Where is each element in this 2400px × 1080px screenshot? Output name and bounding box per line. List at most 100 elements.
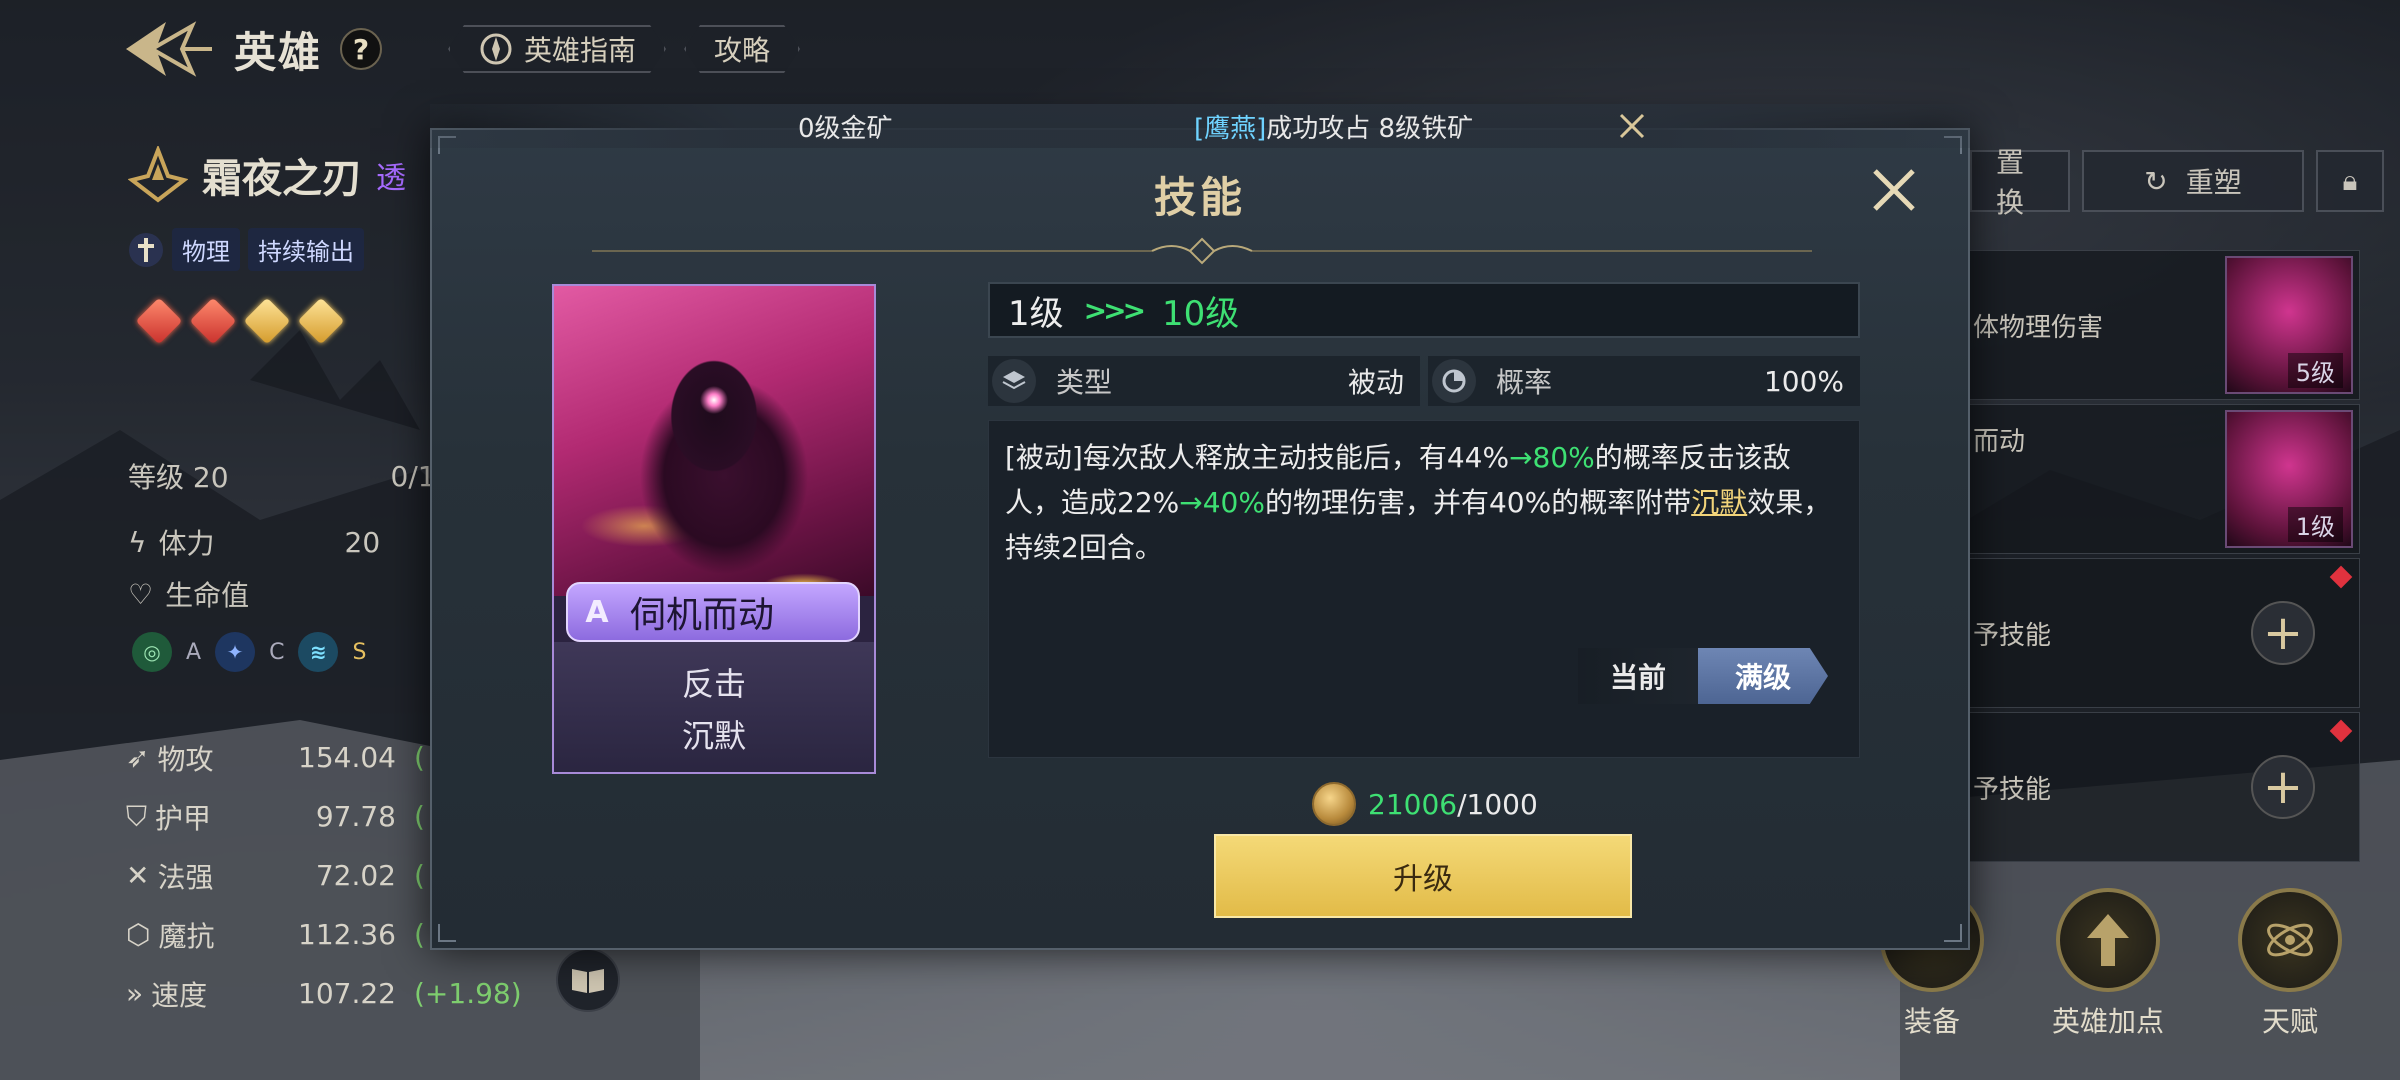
attribute-bonus: ( [414,918,425,951]
pie-chart-icon [1432,359,1476,403]
modal-title: 技能 [1153,173,1246,222]
skill-slot-2[interactable]: 而动 1级 [1968,404,2360,554]
desc-upgrade-value: →40% [1179,486,1265,519]
book-icon [572,969,604,993]
help-button[interactable]: ? [340,28,383,70]
notification-dot [2329,719,2353,743]
notice-banner: 0级金矿 [鹰燕]成功攻占 8级铁矿 [430,104,1970,148]
top-bar: 英雄 ? 英雄指南 攻略 [120,14,800,84]
level-to: 10级 [1162,293,1240,334]
close-icon [1619,113,1645,139]
water-element-icon: ✦ [215,632,256,672]
nav-label: 英雄加点 [2052,1005,2165,1038]
notice-text: 成功攻占 8级铁矿 [1266,113,1474,144]
nav-label: 天赋 [2261,1005,2318,1038]
notification-dot [2329,565,2353,589]
plus-icon: + [2262,605,2304,661]
attribute-bonus: ( [414,800,425,833]
cost-separator: / [1457,787,1467,821]
skill-grade: A [585,594,609,630]
desc-text: 的物理伤害，并有40%的概率附带 [1264,486,1692,519]
nav-hero-points[interactable]: 英雄加点 [2052,888,2164,1040]
exp-value: 0/1 [390,459,436,493]
back-button[interactable] [120,14,216,84]
skill-slot-level: 1级 [2287,507,2343,542]
toggle-max-level[interactable]: 满级 [1698,648,1828,704]
attribute-name: 速度 [151,978,208,1012]
level-bar: 1级 >>> 10级 [988,282,1860,338]
skill-slot-text: 予技能 [1973,620,2052,651]
skill-thumbnail: 1级 [2225,410,2353,548]
notice-left: 0级金矿 [798,113,893,144]
strategy-label: 攻略 [714,34,771,67]
level-label: 等级 20 [128,461,229,494]
hero-traits: 物理 持续输出 [128,228,364,271]
element-badges: ◎ A ✦ C ≋ S [132,632,366,672]
attribute-value: 107.22 [298,977,396,1010]
lock-button[interactable]: 🔒︎ [2316,150,2384,212]
plus-icon: + [2262,759,2304,815]
element-grade: C [269,639,285,665]
attribute-name: 法强 [157,860,214,894]
reshape-label: 重塑 [2185,166,2242,199]
skill-slot-level: 5级 [2287,353,2343,388]
skill-effects: 反击 沉默 [554,642,874,772]
type-value: 被动 [1347,366,1404,399]
skill-name: 伺机而动 [630,595,775,636]
skill-card: A 伺机而动 反击 沉默 [552,284,876,774]
close-button[interactable] [1862,158,1926,222]
notice-message: [鹰燕]成功攻占 8级铁矿 [1194,108,1473,145]
page-title: 英雄 [234,27,323,77]
skill-slot-1[interactable]: 体物理伤害 5级 [1968,250,2360,400]
rate-value: 100% [1763,364,1844,398]
upgrade-button[interactable]: 升级 [1214,834,1632,918]
heart-icon: ♡ [128,577,154,611]
notice-guild: [鹰燕] [1194,113,1267,144]
corner-ornament [438,924,456,942]
notice-close-button[interactable] [1612,106,1652,146]
speed-icon: » [126,977,144,1010]
attribute-bonus: ( [414,741,425,774]
lightning-icon: ϟ [128,525,147,559]
toggle-current[interactable]: 当前 [1578,648,1698,704]
level-arrow-icon: >>> [1083,293,1146,327]
coin-icon [1312,782,1356,826]
hero-stars [135,297,345,345]
talent-icon [2238,888,2342,992]
attribute-name: 魔抗 [158,919,215,953]
strategy-button[interactable]: 攻略 [684,25,800,73]
hero-name: 霜夜之刃 [202,156,362,202]
wind-element-icon: ◎ [132,632,172,672]
skill-thumbnail: 5级 [2225,256,2353,394]
nav-talent[interactable]: 天赋 [2238,888,2342,1040]
element-grade: A [186,639,202,665]
silence-keyword-link[interactable]: 沉默 [1691,486,1747,519]
replace-button[interactable]: 置换 [1970,146,2070,219]
level-from: 1级 [1008,293,1064,334]
resist-icon: ⬡ [126,918,151,951]
book-button[interactable] [556,948,620,1012]
star-gem-icon [297,297,345,345]
corner-ornament [1944,924,1962,942]
add-skill-button[interactable]: + [2251,755,2315,819]
reshape-button[interactable]: ↻ 重塑 [2082,150,2304,212]
skill-slot-4[interactable]: 予技能 + [1968,712,2360,862]
refresh-icon: ↻ [2144,164,2168,198]
skill-name-plate: A 伺机而动 [566,582,860,642]
hero-class-icon [128,146,188,203]
skill-artwork [554,286,874,596]
skill-slot-3[interactable]: 予技能 + [1968,558,2360,708]
arrow-up-icon [2056,888,2160,992]
trait-physical: 物理 [172,228,240,271]
stamina-value: 20 [344,525,381,559]
stamina-stat: ϟ 体力 20 [128,522,380,562]
type-row: 类型 被动 [988,356,1420,406]
skill-effect-1: 反击 [681,665,746,703]
cost-have: 21006 [1368,787,1458,821]
hp-label: 生命值 [165,579,250,612]
attribute-value: 154.04 [298,741,396,774]
add-skill-button[interactable]: + [2251,601,2315,665]
hero-guide-button[interactable]: 英雄指南 [448,25,666,73]
desc-upgrade-value: →80% [1509,441,1595,474]
hero-guide-label: 英雄指南 [524,34,637,67]
